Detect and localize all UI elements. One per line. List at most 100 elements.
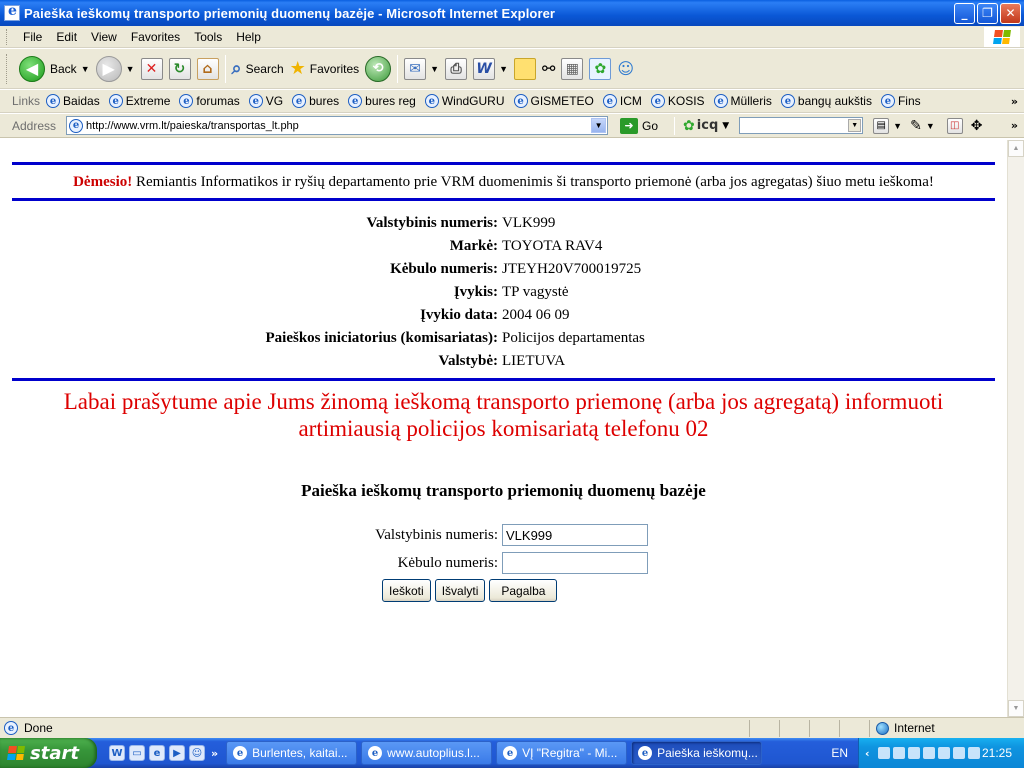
minimize-button[interactable]: _ — [954, 2, 975, 24]
tray-app-icon[interactable] — [922, 747, 935, 759]
edit-dropdown-icon[interactable]: ▼ — [499, 64, 508, 74]
scroll-down-icon[interactable]: ▼ — [1008, 700, 1024, 717]
detail-label: Markė: — [449, 238, 498, 254]
go-button[interactable]: Go — [642, 119, 658, 133]
messenger-quicklaunch-icon[interactable]: ☺ — [189, 745, 205, 761]
taskbar-button-active[interactable]: e Paieška ieškomų... — [631, 741, 763, 765]
search-submit-button[interactable]: Ieškoti — [382, 579, 431, 602]
address-input[interactable]: e http://www.vrm.lt/paieska/transportas_… — [66, 116, 609, 135]
link-item[interactable]: e bures — [292, 94, 339, 108]
forward-dropdown-icon[interactable]: ▼ — [126, 64, 135, 74]
link-item[interactable]: e bangų aukštis — [780, 94, 872, 108]
clear-button[interactable]: Išvalyti — [434, 579, 486, 602]
link-item[interactable]: e bures reg — [348, 94, 416, 108]
icq-page-icon[interactable]: ▤ — [873, 117, 890, 134]
media-icon: ▦ — [561, 57, 584, 80]
mail-dropdown-icon[interactable]: ▼ — [430, 64, 439, 74]
edit-button[interactable]: W ▼ — [470, 52, 511, 86]
menu-tools[interactable]: Tools — [187, 27, 229, 47]
help-button[interactable]: Pagalba — [489, 579, 558, 602]
quicklaunch-chevron-icon[interactable]: » — [211, 747, 218, 760]
icq-tool-icon[interactable]: ✎ — [910, 117, 922, 134]
research-button[interactable]: ⚯ — [539, 52, 558, 86]
link-item[interactable]: e WindGURU — [424, 94, 505, 108]
language-indicator[interactable]: EN — [831, 746, 848, 760]
refresh-button[interactable]: ↻ — [166, 52, 194, 86]
plate-number-input[interactable] — [502, 524, 648, 546]
maximize-button[interactable]: ❐ — [977, 2, 998, 24]
body-number-label: Kėbulo numeris: — [397, 554, 498, 571]
select-dropdown-icon[interactable]: ▼ — [848, 119, 862, 132]
mail-button[interactable]: ✉ ▼ — [401, 52, 442, 86]
word-quicklaunch-icon[interactable]: W — [109, 745, 125, 761]
start-button[interactable]: start — [0, 738, 97, 768]
body-number-input[interactable] — [502, 552, 648, 574]
back-dropdown-icon[interactable]: ▼ — [81, 64, 90, 74]
messenger-button[interactable]: ☺ — [614, 52, 637, 86]
menu-help[interactable]: Help — [229, 27, 268, 47]
forward-button[interactable]: ▶ ▼ — [93, 52, 138, 86]
media-player-quicklaunch-icon[interactable]: ▶ — [169, 745, 185, 761]
appeal-line: Labai prašytume apie Jums žinomą ieškomą… — [63, 389, 944, 414]
icq-toolbar-button[interactable]: ✿ — [586, 52, 614, 86]
link-item[interactable]: e GISMETEO — [513, 94, 594, 108]
desktop-quicklaunch-icon[interactable]: ▭ — [129, 745, 145, 761]
search-button[interactable]: ⌕ Search — [229, 52, 287, 86]
media-button[interactable]: ▦ — [558, 52, 586, 86]
menu-favorites[interactable]: Favorites — [124, 27, 187, 47]
tray-app-icon[interactable] — [967, 747, 980, 759]
tray-app-icon[interactable] — [877, 747, 890, 759]
stop-button[interactable]: ✕ — [138, 52, 166, 86]
link-item[interactable]: e Extreme — [108, 94, 170, 108]
close-button[interactable]: ✕ — [1000, 2, 1021, 24]
link-item[interactable]: e Baidas — [46, 94, 100, 108]
favorites-button[interactable]: ★ Favorites — [287, 52, 363, 86]
print-button[interactable]: ⎙ — [442, 52, 470, 86]
clock[interactable]: 21:25 — [982, 746, 1012, 760]
tray-app-icon[interactable] — [907, 747, 920, 759]
back-button[interactable]: ◀ Back ▼ — [16, 52, 93, 86]
taskbar-button[interactable]: e VĮ "Regitra" - Mi... — [496, 741, 628, 765]
popup-blocker-icon[interactable]: ◫ — [946, 117, 963, 134]
detail-value: Policijos departamentas — [502, 330, 645, 346]
link-item[interactable]: e Fins — [880, 94, 921, 108]
toolbar-grip[interactable] — [6, 53, 10, 84]
home-button[interactable]: ⌂ — [194, 52, 222, 86]
icq-page-dropdown-icon[interactable]: ▼ — [893, 121, 902, 131]
ie-quicklaunch-icon[interactable]: e — [149, 745, 165, 761]
plate-form-row: Valstybinis numeris: — [12, 524, 995, 546]
go-arrow-icon[interactable]: ➜ — [620, 117, 639, 134]
move-icon[interactable]: ✥ — [971, 117, 983, 134]
tray-app-icon[interactable] — [892, 747, 905, 759]
link-item[interactable]: e KOSIS — [650, 94, 705, 108]
ie-window-icon[interactable] — [4, 3, 20, 21]
icq-search-select[interactable]: ▼ — [739, 117, 864, 134]
icq-tool-dropdown-icon[interactable]: ▼ — [926, 121, 935, 131]
taskbar-button[interactable]: e Burlentes, kaitai... — [226, 741, 358, 765]
tray-app-icon[interactable] — [937, 747, 950, 759]
history-button[interactable]: ⟲ — [362, 52, 394, 86]
link-item[interactable]: e forumas — [179, 94, 240, 108]
discuss-button[interactable] — [511, 52, 539, 86]
tray-expand-icon[interactable]: ‹ — [865, 747, 870, 760]
vertical-scrollbar[interactable]: ▲ ▼ — [1007, 140, 1024, 717]
link-item[interactable]: e ICM — [602, 94, 642, 108]
taskbar-button[interactable]: e www.autoplius.l... — [361, 741, 493, 765]
menu-view[interactable]: View — [84, 27, 124, 47]
links-chevron-icon[interactable]: » — [1011, 95, 1018, 108]
link-item[interactable]: e VG — [248, 94, 283, 108]
menu-bar-grip[interactable] — [6, 28, 10, 45]
menu-edit[interactable]: Edit — [49, 27, 84, 47]
address-dropdown-icon[interactable]: ▼ — [591, 118, 607, 133]
address-chevron-icon[interactable]: » — [1011, 119, 1018, 132]
link-label: bangų aukštis — [797, 94, 872, 108]
tray-app-icon[interactable] — [952, 747, 965, 759]
detail-row: Paieškos iniciatorius (komisariatas): Pol… — [12, 327, 995, 350]
window-titlebar[interactable]: Paieška ieškomų transporto priemonių duo… — [0, 0, 1024, 26]
icq-dropdown-icon[interactable]: ▼ — [722, 121, 729, 131]
menu-file[interactable]: File — [16, 27, 49, 47]
print-icon: ⎙ — [445, 57, 468, 80]
icq-button[interactable]: ✿ icq ▼ — [683, 118, 729, 134]
link-item[interactable]: e Mülleris — [713, 94, 772, 108]
scroll-up-icon[interactable]: ▲ — [1008, 140, 1024, 157]
